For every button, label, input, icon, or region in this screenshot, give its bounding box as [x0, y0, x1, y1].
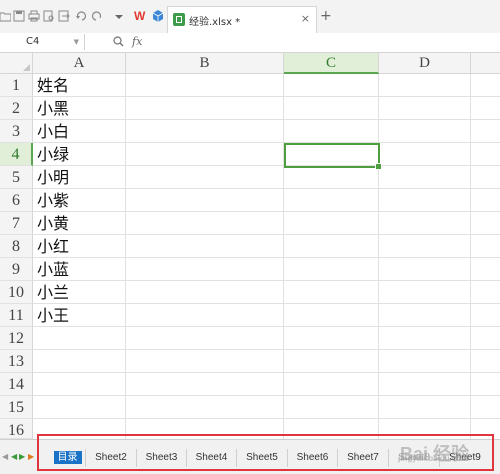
- grid-line: [33, 280, 500, 281]
- folder-icon[interactable]: [0, 9, 13, 23]
- column-header-d[interactable]: D: [379, 53, 471, 74]
- grid-line: [33, 418, 500, 419]
- zoom-icon[interactable]: [113, 36, 124, 51]
- spreadsheet-file-icon: [173, 13, 185, 26]
- document-tab[interactable]: 经验.xlsx * ×: [167, 6, 317, 33]
- row-header[interactable]: 12: [0, 327, 33, 350]
- grid-line: [33, 119, 500, 120]
- function-icon[interactable]: fx: [132, 35, 142, 48]
- save-icon[interactable]: [13, 9, 26, 23]
- print-preview-icon[interactable]: [43, 9, 56, 23]
- row-header[interactable]: 10: [0, 281, 33, 304]
- column-header-b[interactable]: B: [126, 53, 284, 74]
- grid-line: [33, 395, 500, 396]
- grid-line: [33, 165, 500, 166]
- row-header[interactable]: 5: [0, 166, 33, 189]
- cell-a3[interactable]: 小白: [37, 120, 69, 143]
- row-header[interactable]: 7: [0, 212, 33, 235]
- print-icon[interactable]: [28, 9, 41, 23]
- new-tab-button[interactable]: +: [320, 9, 332, 23]
- watermark: Bai 经验 jingyan.baidu.com: [398, 444, 470, 464]
- row-header[interactable]: 11: [0, 304, 33, 327]
- cell-a6[interactable]: 小紫: [37, 189, 69, 212]
- sheet-tab[interactable]: Sheet2: [86, 449, 137, 467]
- sheet-tab[interactable]: Sheet4: [187, 449, 237, 467]
- next-sheet-icon[interactable]: ▶: [19, 452, 25, 462]
- cell-a2[interactable]: 小黑: [37, 97, 69, 120]
- grid-line: [33, 257, 500, 258]
- redo-icon[interactable]: [91, 9, 104, 23]
- sheet-tab[interactable]: Sheet7: [338, 449, 389, 467]
- cell-a7[interactable]: 小黄: [37, 212, 69, 235]
- row-header-selected[interactable]: 4: [0, 143, 33, 166]
- cell-a11[interactable]: 小王: [37, 304, 69, 327]
- document-title: 经验.xlsx *: [189, 17, 241, 28]
- row-header[interactable]: 9: [0, 258, 33, 281]
- cell-a4[interactable]: 小绿: [37, 143, 69, 166]
- spreadsheet-grid[interactable]: A B C D 1 2 3 4 5 6 7 8 9 10 11 12 13 14…: [0, 53, 500, 439]
- dropdown-icon[interactable]: [114, 9, 127, 23]
- prev-sheet-icon[interactable]: ◀: [11, 452, 17, 462]
- sheet-tab-active[interactable]: 目录: [50, 449, 86, 467]
- row-header[interactable]: 13: [0, 350, 33, 373]
- row-header[interactable]: 15: [0, 396, 33, 419]
- cell-a10[interactable]: 小兰: [37, 281, 69, 304]
- active-cell-c4[interactable]: [284, 143, 382, 170]
- sheet-tab[interactable]: Sheet3: [137, 449, 187, 467]
- cell-reference: C4: [26, 36, 40, 47]
- grid-line: [33, 326, 500, 327]
- cell-a9[interactable]: 小蓝: [37, 258, 69, 281]
- grid-line: [33, 372, 500, 373]
- formula-bar: C4 ▼ fx: [0, 33, 500, 53]
- select-all-corner[interactable]: [0, 53, 33, 74]
- quick-access-toolbar: W 经验.xlsx * × +: [0, 0, 500, 34]
- sheet-tab[interactable]: Sheet5: [237, 449, 288, 467]
- column-header-a[interactable]: A: [33, 53, 126, 74]
- grid-line: [33, 188, 500, 189]
- undo-icon[interactable]: [75, 9, 88, 23]
- row-header[interactable]: 16: [0, 419, 33, 439]
- row-header[interactable]: 1: [0, 74, 33, 97]
- cell-a5[interactable]: 小明: [37, 166, 69, 189]
- cell-a1[interactable]: 姓名: [37, 74, 69, 97]
- grid-line: [33, 349, 500, 350]
- row-header[interactable]: 3: [0, 120, 33, 143]
- formula-input[interactable]: [150, 34, 500, 50]
- row-header[interactable]: 6: [0, 189, 33, 212]
- row-header[interactable]: 8: [0, 235, 33, 258]
- first-sheet-icon[interactable]: ◀: [2, 452, 8, 462]
- grid-line: [33, 234, 500, 235]
- close-tab-icon[interactable]: ×: [301, 12, 310, 25]
- export-icon[interactable]: [58, 9, 71, 23]
- last-sheet-icon[interactable]: ▶: [28, 452, 34, 462]
- chevron-down-icon[interactable]: ▼: [74, 34, 79, 50]
- sheet-tab[interactable]: Sheet6: [288, 449, 338, 467]
- column-header-c[interactable]: C: [284, 53, 379, 74]
- grid-line: [33, 96, 500, 97]
- column-header-e[interactable]: [471, 53, 500, 74]
- cell-a8[interactable]: 小红: [37, 235, 69, 258]
- grid-line: [33, 142, 500, 143]
- grid-line: [33, 211, 500, 212]
- wps-logo[interactable]: W: [134, 9, 147, 23]
- cube-icon[interactable]: [152, 9, 165, 23]
- row-header[interactable]: 14: [0, 373, 33, 396]
- row-header[interactable]: 2: [0, 97, 33, 120]
- name-box[interactable]: C4 ▼: [0, 34, 85, 50]
- grid-line: [33, 303, 500, 304]
